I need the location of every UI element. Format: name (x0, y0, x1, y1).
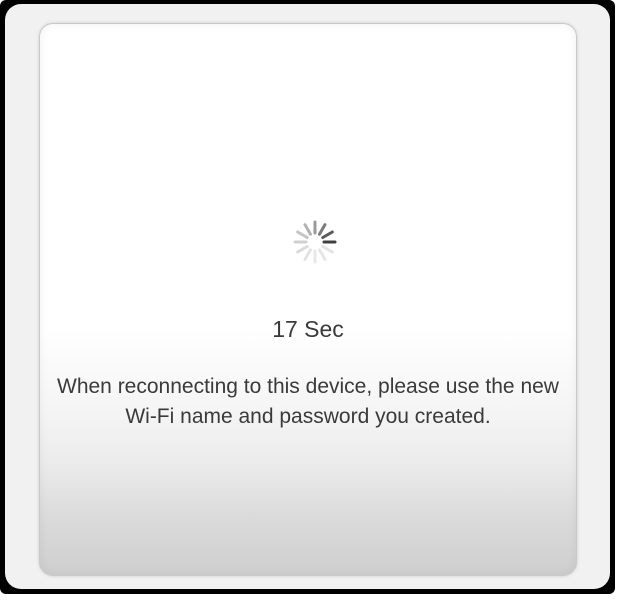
countdown-timer: 17 Sec (272, 316, 344, 342)
reconnect-message: When reconnecting to this device, please… (57, 375, 559, 428)
loading-spinner-icon (293, 220, 337, 264)
dialog-window: 17 Sec When reconnecting to this device,… (5, 4, 610, 589)
reconnect-panel: 17 Sec When reconnecting to this device,… (39, 23, 577, 576)
screenshot-frame: 17 Sec When reconnecting to this device,… (0, 0, 615, 594)
